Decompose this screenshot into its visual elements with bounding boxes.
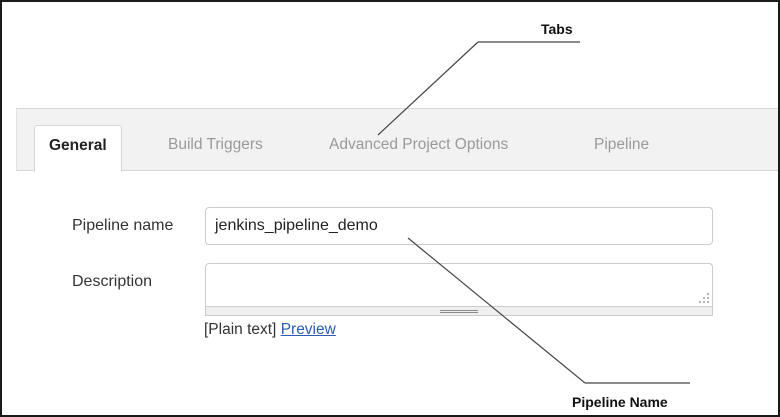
pipeline-name-label: Pipeline name — [72, 217, 174, 234]
description-textarea[interactable] — [205, 263, 713, 307]
plain-text-hint: [Plain text] — [204, 321, 277, 338]
preview-link[interactable]: Preview — [281, 321, 336, 338]
pipeline-name-annotation: Pipeline Name — [572, 394, 668, 410]
pipeline-name-input[interactable]: jenkins_pipeline_demo — [205, 207, 713, 245]
textarea-resize-handle[interactable] — [205, 307, 713, 316]
description-help-row: [Plain text] Preview — [204, 321, 336, 339]
tabs-annotation: Tabs — [541, 21, 573, 37]
tab-build-triggers[interactable]: Build Triggers — [168, 125, 263, 171]
tab-bar: General Build Triggers Advanced Project … — [16, 109, 778, 172]
description-label: Description — [72, 273, 153, 290]
tab-pipeline[interactable]: Pipeline — [594, 125, 649, 171]
tab-advanced-project-options[interactable]: Advanced Project Options — [329, 125, 508, 171]
tab-general[interactable]: General — [34, 125, 122, 172]
resize-grip-icon[interactable] — [697, 291, 709, 303]
